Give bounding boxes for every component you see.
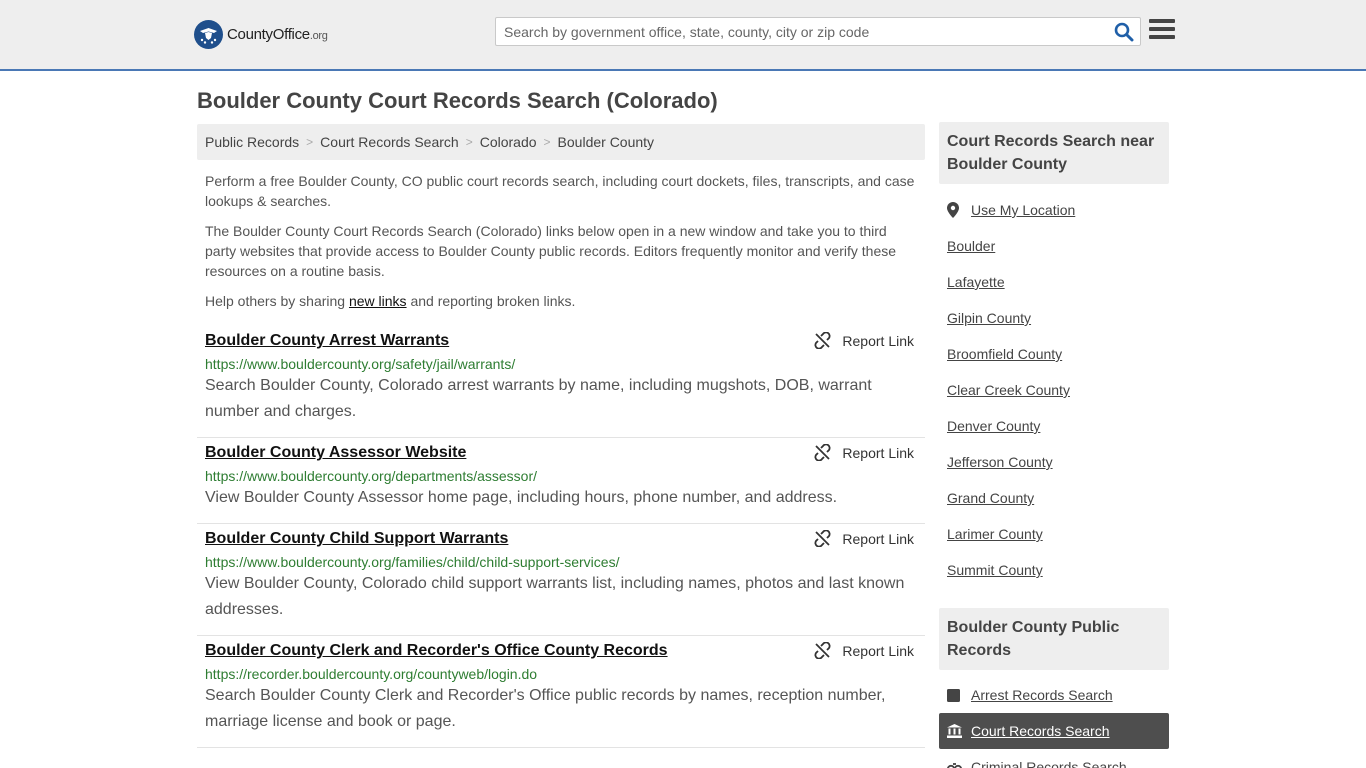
- broken-link-icon: [814, 530, 831, 547]
- nearby-item: Gilpin County: [939, 300, 1169, 336]
- nearby-link-gilpin-county[interactable]: Gilpin County: [947, 310, 1031, 326]
- result-url: https://www.bouldercounty.org/families/c…: [205, 554, 620, 570]
- criminal-records-search-link[interactable]: Criminal Records Search: [971, 759, 1127, 768]
- handcuffs-icon: [947, 761, 963, 768]
- result-title-link[interactable]: Boulder County Child Support Warrants: [205, 530, 508, 548]
- intro-text: Perform a free Boulder County, CO public…: [205, 171, 921, 321]
- result-description: Search Boulder County Clerk and Recorder…: [205, 687, 886, 730]
- result-url: https://recorder.bouldercounty.org/count…: [205, 666, 538, 682]
- report-link-label: Report Link: [842, 332, 914, 349]
- use-location-item: Use My Location: [939, 192, 1169, 228]
- result-title-link[interactable]: Boulder County Assessor Website: [205, 444, 466, 462]
- public-records-item-active: Court Records Search: [939, 713, 1169, 749]
- nearby-list: Use My Location Boulder Lafayette Gilpin…: [939, 192, 1169, 588]
- intro-help-text: Help others by sharing: [205, 293, 349, 309]
- menu-bar: [1149, 19, 1175, 23]
- breadcrumb: Public Records > Court Records Search > …: [197, 124, 925, 160]
- report-link-button[interactable]: Report Link: [814, 530, 914, 547]
- map-pin-icon: [947, 202, 963, 218]
- result-description: View Boulder County, Colorado child supp…: [205, 575, 905, 618]
- result-url: https://www.bouldercounty.org/safety/jai…: [205, 356, 516, 372]
- county-seal-icon: [194, 20, 223, 49]
- breadcrumb-public-records[interactable]: Public Records: [205, 134, 299, 150]
- nearby-item: Summit County: [939, 552, 1169, 588]
- courthouse-icon: [947, 724, 963, 738]
- new-links-link[interactable]: new links: [349, 293, 407, 309]
- intro-paragraph-3: Help others by sharing new links and rep…: [205, 291, 921, 311]
- nearby-link-summit-county[interactable]: Summit County: [947, 562, 1043, 578]
- nearby-item: Boulder: [939, 228, 1169, 264]
- nearby-item: Lafayette: [939, 264, 1169, 300]
- public-records-item: Arrest Records Search: [939, 677, 1169, 713]
- report-link-label: Report Link: [842, 530, 914, 547]
- breadcrumb-court-records-search[interactable]: Court Records Search: [320, 134, 459, 150]
- nearby-link-broomfield-county[interactable]: Broomfield County: [947, 346, 1062, 362]
- nearby-link-larimer-county[interactable]: Larimer County: [947, 526, 1043, 542]
- nearby-item: Jefferson County: [939, 444, 1169, 480]
- chevron-right-icon: >: [465, 135, 473, 149]
- nearby-item: Larimer County: [939, 516, 1169, 552]
- breadcrumb-colorado[interactable]: Colorado: [480, 134, 537, 150]
- nearby-link-lafayette[interactable]: Lafayette: [947, 274, 1005, 290]
- report-link-label: Report Link: [842, 642, 914, 659]
- nearby-item: Broomfield County: [939, 336, 1169, 372]
- nearby-link-clear-creek-county[interactable]: Clear Creek County: [947, 382, 1070, 398]
- result-item: Boulder County Arrest Warrants Report Li…: [197, 326, 925, 438]
- square-icon: [947, 688, 963, 702]
- arrest-records-search-link[interactable]: Arrest Records Search: [971, 687, 1113, 703]
- nearby-link-jefferson-county[interactable]: Jefferson County: [947, 454, 1053, 470]
- nearby-link-denver-county[interactable]: Denver County: [947, 418, 1040, 434]
- logo-name: CountyOffice: [227, 26, 310, 43]
- logo-suffix: .org: [309, 30, 328, 42]
- public-records-list: Arrest Records Search Court Records Sear…: [939, 677, 1169, 768]
- breadcrumb-boulder-county[interactable]: Boulder County: [558, 134, 655, 150]
- broken-link-icon: [814, 332, 831, 349]
- result-item: Boulder County Clerk and Recorder's Offi…: [197, 636, 925, 748]
- broken-link-icon: [814, 642, 831, 659]
- public-records-heading: Boulder County Public Records: [939, 608, 1169, 670]
- nearby-heading: Court Records Search near Boulder County: [939, 122, 1169, 184]
- logo-text: CountyOffice.org: [227, 26, 328, 43]
- result-item: Boulder County Assessor Website Report L…: [197, 438, 925, 524]
- search-box: [495, 17, 1141, 46]
- result-title-link[interactable]: Boulder County Arrest Warrants: [205, 332, 449, 350]
- court-records-search-link[interactable]: Court Records Search: [971, 723, 1110, 739]
- intro-help-text-end: and reporting broken links.: [406, 293, 576, 309]
- result-url: https://www.bouldercounty.org/department…: [205, 468, 538, 484]
- public-records-item: Criminal Records Search: [939, 749, 1169, 768]
- broken-link-icon: [814, 444, 831, 461]
- menu-bar: [1149, 27, 1175, 31]
- page-title: Boulder County Court Records Search (Col…: [197, 88, 718, 113]
- result-description: Search Boulder County, Colorado arrest w…: [205, 377, 872, 420]
- nearby-link-grand-county[interactable]: Grand County: [947, 490, 1034, 506]
- results-list: Boulder County Arrest Warrants Report Li…: [197, 326, 925, 748]
- site-header: CountyOffice.org: [0, 0, 1366, 71]
- intro-paragraph-2: The Boulder County Court Records Search …: [205, 223, 897, 279]
- report-link-button[interactable]: Report Link: [814, 444, 914, 461]
- chevron-right-icon: >: [543, 135, 551, 149]
- report-link-button[interactable]: Report Link: [814, 332, 914, 349]
- site-logo[interactable]: CountyOffice.org: [194, 20, 328, 49]
- use-my-location-link[interactable]: Use My Location: [971, 202, 1075, 218]
- report-link-button[interactable]: Report Link: [814, 642, 914, 659]
- intro-paragraph-1: Perform a free Boulder County, CO public…: [205, 173, 915, 209]
- nearby-item: Grand County: [939, 480, 1169, 516]
- hamburger-menu-icon[interactable]: [1149, 19, 1175, 41]
- result-description: View Boulder County Assessor home page, …: [205, 489, 838, 506]
- chevron-right-icon: >: [306, 135, 314, 149]
- nearby-item: Clear Creek County: [939, 372, 1169, 408]
- search-input[interactable]: [496, 18, 1106, 45]
- menu-bar: [1149, 35, 1175, 39]
- search-icon[interactable]: [1114, 22, 1134, 42]
- result-title-link[interactable]: Boulder County Clerk and Recorder's Offi…: [205, 642, 668, 660]
- result-item: Boulder County Child Support Warrants Re…: [197, 524, 925, 636]
- nearby-item: Denver County: [939, 408, 1169, 444]
- nearby-link-boulder[interactable]: Boulder: [947, 238, 995, 254]
- report-link-label: Report Link: [842, 444, 914, 461]
